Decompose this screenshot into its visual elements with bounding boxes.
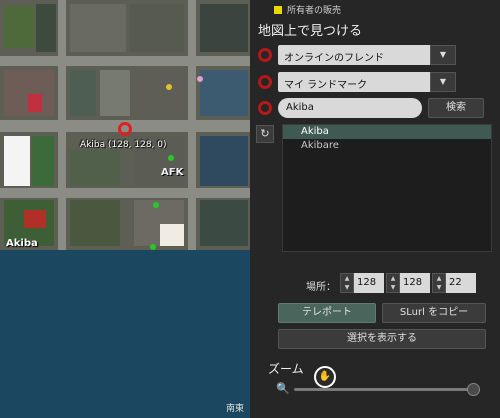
map-tile: [24, 210, 46, 228]
hand-cursor-icon: ✋: [314, 366, 336, 388]
search-results-list[interactable]: Akiba Akibare: [282, 124, 492, 252]
avatar-dot: [150, 244, 156, 250]
teleport-button[interactable]: テレポート: [278, 303, 376, 323]
location-label: Akiba (128, 128, 0): [80, 140, 167, 150]
avatar-dot: [153, 202, 159, 208]
zoom-icon: 🔍: [276, 382, 290, 395]
map-tile: [4, 6, 34, 48]
map-tile: [70, 200, 120, 246]
legend-swatch: [274, 5, 282, 14]
chevron-down-icon[interactable]: ▼: [430, 72, 456, 92]
map-road: [0, 56, 250, 66]
map-tile: [130, 4, 184, 52]
map-tile: [4, 136, 30, 186]
afk-label: AFK: [161, 167, 184, 178]
coord-x-field[interactable]: 128: [354, 273, 384, 293]
map-tile: [100, 70, 130, 116]
legend-label: 所有者の販売: [287, 6, 342, 16]
search-panel: 所有者の販売 地図上で見つける オンラインのフレンド ▼ マイ ランドマーク ▼…: [250, 0, 500, 418]
list-item[interactable]: Akibare: [283, 139, 491, 153]
coord-y-field[interactable]: 128: [400, 273, 430, 293]
legend-for-sale: 所有者の販売: [274, 3, 341, 16]
map-tile: [32, 136, 54, 186]
map-tile: [200, 200, 248, 246]
map-tile: [70, 70, 96, 116]
list-item[interactable]: Akiba: [283, 125, 491, 139]
map-tile: [70, 4, 126, 52]
region-label: Akiba: [6, 238, 38, 249]
map-view[interactable]: Akiba (128, 128, 0) AFK Akiba 南東: [0, 0, 250, 418]
copy-slurl-button[interactable]: SLurl をコピー: [382, 303, 486, 323]
map-road: [0, 188, 250, 198]
location-label: 場所：: [306, 282, 336, 293]
landmark-indicator-icon: [258, 75, 272, 89]
zoom-slider[interactable]: [294, 388, 472, 391]
map-tile: [200, 136, 248, 186]
destination-marker: [118, 122, 132, 136]
avatar-dot: [168, 155, 174, 161]
world-map-window: Akiba (128, 128, 0) AFK Akiba 南東 所有者の販売 …: [0, 0, 500, 418]
map-tile: [28, 94, 42, 112]
refresh-icon[interactable]: ↻: [256, 125, 274, 143]
z-stepper-icon[interactable]: ▲ ▼: [432, 273, 446, 293]
map-tile: [200, 70, 248, 116]
search-input[interactable]: Akiba: [278, 98, 422, 118]
map-tile: [134, 70, 184, 116]
zoom-label: ズーム: [268, 362, 304, 376]
map-tile: [160, 224, 184, 246]
avatar-dot: [197, 76, 203, 82]
map-tile: [200, 4, 248, 52]
avatar-dot: [166, 84, 172, 90]
panel-title: 地図上で見つける: [258, 24, 363, 39]
show-selection-button[interactable]: 選択を表示する: [278, 329, 486, 349]
compass-label: 南東: [225, 404, 244, 414]
search-indicator-icon: [258, 101, 272, 115]
search-button[interactable]: 検索: [428, 98, 484, 118]
map-road: [188, 0, 196, 250]
zoom-slider-handle[interactable]: [467, 383, 480, 396]
map-tile: [70, 150, 120, 186]
y-stepper-icon[interactable]: ▲ ▼: [386, 273, 400, 293]
map-road: [58, 0, 66, 250]
x-stepper-icon[interactable]: ▲ ▼: [340, 273, 354, 293]
chevron-down-icon[interactable]: ▼: [430, 45, 456, 65]
coord-z-field[interactable]: 22: [446, 273, 476, 293]
map-tile: [36, 4, 56, 52]
friends-indicator-icon: [258, 48, 272, 62]
